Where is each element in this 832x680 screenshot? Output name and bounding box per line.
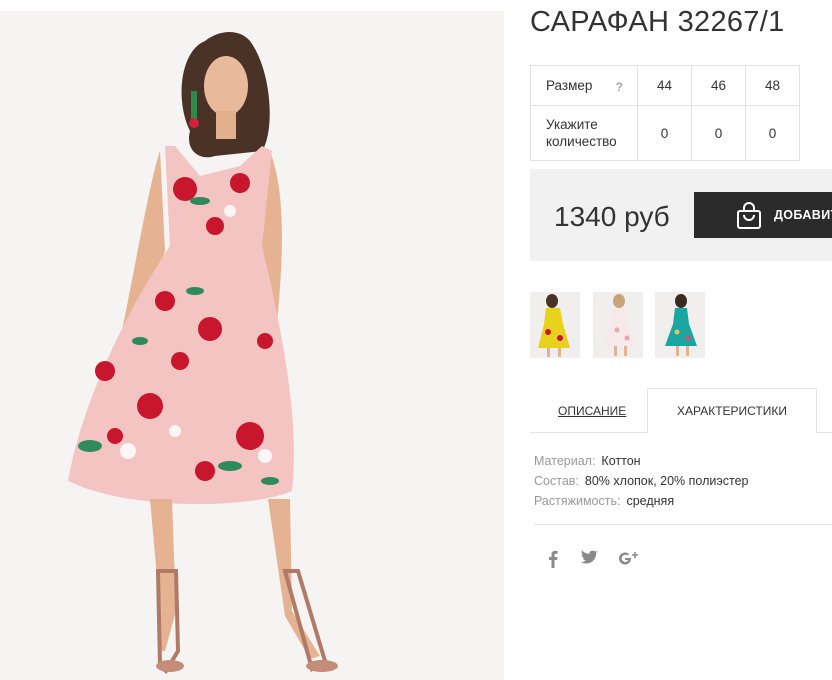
spec-stretch: Растяжимость: средняя	[534, 491, 748, 511]
size-44: 44	[637, 65, 692, 106]
product-tabs: ОПИСАНИЕ ХАРАКТЕРИСТИКИ	[530, 388, 832, 433]
add-to-cart-label: ДОБАВИТЬ	[774, 208, 832, 222]
size-help-icon[interactable]: ?	[616, 79, 623, 96]
teal-dress-thumbnail[interactable]	[655, 292, 705, 358]
facebook-icon[interactable]	[547, 550, 559, 573]
price: 1340 руб	[554, 201, 670, 232]
yellow-dress-thumbnail[interactable]	[530, 292, 580, 358]
specifications-list: Материал: Коттон Состав: 80% хлопок, 20% п…	[534, 451, 748, 511]
size-label-cell: Размер ?	[530, 65, 638, 106]
twitter-icon[interactable]	[581, 550, 598, 570]
size-label: Размер	[546, 78, 593, 93]
quantity-label-line2: количество	[546, 134, 617, 149]
spec-composition-key: Состав:	[534, 474, 579, 488]
quantity-46-input[interactable]: 0	[691, 105, 746, 161]
size-48: 48	[745, 65, 800, 106]
shopping-bag-icon	[736, 202, 762, 235]
tab-description[interactable]: ОПИСАНИЕ	[558, 404, 626, 418]
spec-stretch-value: средняя	[626, 494, 675, 508]
spec-material-key: Материал:	[534, 454, 596, 468]
product-title: САРАФАН 32267/1	[530, 6, 785, 38]
spec-composition-value: 80% хлопок, 20% полиэстер	[584, 474, 749, 488]
add-to-cart-button[interactable]: ДОБАВИТЬ	[694, 192, 832, 238]
tab-characteristics[interactable]: ХАРАКТЕРИСТИКИ	[647, 388, 817, 433]
social-divider	[534, 524, 832, 525]
size-46: 46	[691, 65, 746, 106]
size-quantity-table: Размер ? 44 46 48 Укажите количество 0 0…	[530, 65, 800, 161]
price-panel: 1340 руб ДОБАВИТЬ	[530, 169, 832, 261]
spec-composition: Состав: 80% хлопок, 20% полиэстер	[534, 471, 748, 491]
model-in-floral-dress-image	[68, 32, 338, 675]
white-dress-thumbnail[interactable]	[593, 292, 643, 358]
quantity-label-cell: Укажите количество	[530, 105, 638, 161]
product-photo[interactable]	[0, 11, 504, 680]
tab-characteristics-label: ХАРАКТЕРИСТИКИ	[676, 404, 787, 418]
spec-material: Материал: Коттон	[534, 451, 748, 471]
spec-material-value: Коттон	[601, 454, 641, 468]
quantity-48-input[interactable]: 0	[745, 105, 800, 161]
quantity-44-input[interactable]: 0	[637, 105, 692, 161]
spec-stretch-key: Растяжимость:	[534, 494, 621, 508]
quantity-label-line1: Укажите	[546, 117, 598, 132]
google-plus-icon[interactable]	[618, 550, 640, 573]
